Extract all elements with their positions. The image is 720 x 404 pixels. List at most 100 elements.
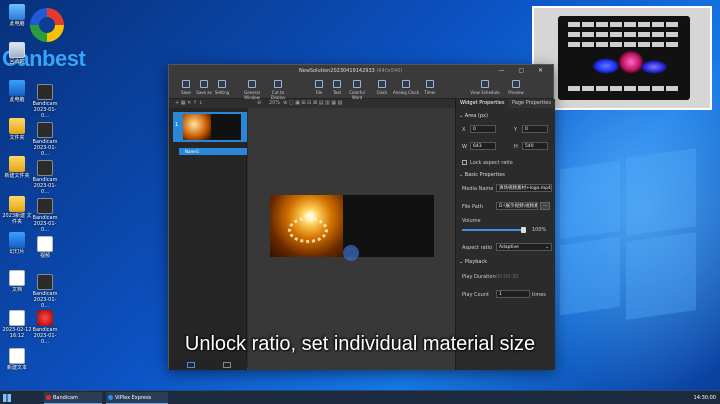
file-path-label: File Path: [462, 204, 483, 210]
window-title: NewSolution20230419142933 (640x540): [299, 68, 403, 74]
desktop-icon-bandicam-3[interactable]: Bandicam 2023-01-0...: [30, 160, 60, 195]
taskbar-item-viplex[interactable]: ViPlex Express: [106, 392, 168, 404]
h-label: H: [514, 144, 518, 150]
timer-icon: [426, 80, 434, 88]
bandicam-icon: [46, 395, 51, 400]
timer-button[interactable]: Timer: [417, 79, 443, 95]
play-duration-value: 00:00:30: [496, 274, 519, 280]
system-clock[interactable]: 14:30:00: [694, 391, 716, 404]
lock-aspect-checkbox[interactable]: [462, 160, 467, 165]
play-count-input[interactable]: 1: [496, 290, 530, 298]
viplex-express-window: NewSolution20230419142933 (640x540) — ▢ …: [168, 64, 555, 370]
playback-section-header[interactable]: ⌄ Playback: [459, 259, 487, 265]
document-icon: [37, 236, 53, 252]
play-count-label: Play Count: [462, 292, 489, 298]
video-material[interactable]: [270, 195, 343, 257]
desktop-icon-green[interactable]: 此电脑: [2, 80, 32, 103]
play-duration-label: Play Duration: [462, 274, 496, 280]
desktop-icon-slides[interactable]: 幻灯片: [2, 232, 32, 255]
zoom-out-icon[interactable]: ⊖: [257, 99, 261, 108]
gear-icon: [218, 80, 226, 88]
thumbnail-video-frame: [183, 114, 211, 140]
cut-icon: [274, 80, 282, 88]
view-schedule-button[interactable]: View Schedule: [469, 79, 501, 95]
colorful-word-icon: [353, 80, 361, 88]
recycle-bin-icon: [9, 42, 25, 58]
desktop-icon-bandicam-1[interactable]: Bandicam 2023-01-0...: [30, 84, 60, 119]
video-file-icon: [37, 274, 53, 290]
y-input[interactable]: 0: [522, 125, 548, 133]
file-path-field[interactable]: D:\展示视频\视频素: [496, 202, 538, 210]
bottom-view-tabs: [169, 360, 247, 370]
media-name-field[interactable]: 清场视频素材+logo.mp4: [496, 184, 552, 192]
width-input[interactable]: 643: [470, 142, 496, 150]
desktop-icon-this-pc[interactable]: 此电脑: [2, 4, 32, 27]
desktop-icon-2023-folder[interactable]: 2023新建 文件夹: [2, 196, 32, 225]
start-windows-icon[interactable]: [3, 394, 11, 402]
browse-button[interactable]: ...: [540, 202, 550, 210]
basic-section-header[interactable]: ⌄ Basic Properties: [459, 172, 505, 178]
mouse-cursor: [343, 245, 359, 261]
window-controls[interactable]: — ▢ ✕: [498, 65, 549, 77]
volume-label: Volume: [462, 218, 481, 224]
list-view-icon[interactable]: [223, 362, 231, 368]
desktop-icon-recycle-bin[interactable]: 回收站: [2, 42, 32, 65]
edit-subtoolbar: + ▦ ✕ ↑ ↓ ⊖ 20% ⊕ ▢ ▣ ⊞ ⊟ ⊠ ▤ ▥ ▦ ▧: [169, 99, 455, 108]
webcam-overlay: [532, 6, 712, 110]
desktop-icon-video[interactable]: 视频: [30, 236, 60, 259]
preview-icon: [512, 80, 520, 88]
analog-clock-icon: [402, 80, 410, 88]
video-file-icon: [37, 84, 53, 100]
lock-aspect-label: Lock aspect ratio: [470, 160, 513, 166]
height-input[interactable]: 540: [522, 142, 548, 150]
tab-widget-properties[interactable]: Widget Properties: [456, 99, 509, 108]
desktop-icon-bandicam-2[interactable]: Bandicam 2023-01-0...: [30, 122, 60, 157]
w-label: W: [462, 144, 467, 150]
zoom-in-icon[interactable]: ⊕ ▢ ▣ ⊞ ⊟ ⊠ ▤ ▥ ▦ ▧: [283, 99, 342, 108]
play-count-unit: times: [532, 292, 546, 298]
properties-panel: Widget Properties Page Properties ⌄ Area…: [455, 99, 555, 370]
desktop-icon-new-folder[interactable]: 新建文件夹: [2, 156, 32, 179]
document-icon: [9, 270, 25, 286]
properties-tabs: Widget Properties Page Properties: [456, 99, 555, 108]
file-icon: [315, 80, 323, 88]
volume-slider[interactable]: [462, 227, 526, 233]
tab-page-properties[interactable]: Page Properties: [508, 99, 555, 108]
canbest-gear-icon: [30, 8, 64, 42]
desktop-icon-bandicam-4[interactable]: Bandicam 2023-01-0...: [30, 198, 60, 233]
general-window-button[interactable]: General Window: [239, 79, 265, 100]
app-icon: [9, 232, 25, 248]
page-thumbnail-name[interactable]: Name1: [179, 148, 247, 155]
area-section-header[interactable]: ⌄ Area (px): [459, 113, 488, 119]
setting-button[interactable]: Setting: [209, 79, 235, 95]
x-label: X: [462, 127, 466, 133]
windows-logo-glow: [560, 145, 700, 335]
taskbar-item-bandicam[interactable]: Bandicam: [44, 392, 102, 404]
grid-view-icon[interactable]: [187, 362, 195, 368]
desktop-icon-folder[interactable]: 文件夹: [2, 118, 32, 141]
desktop-icon-doc[interactable]: 文档: [2, 270, 32, 293]
volume-knob[interactable]: [521, 227, 526, 233]
page-thumbnails: 1 Name1: [169, 108, 247, 370]
document-icon: [9, 310, 25, 326]
cut-to-display-button[interactable]: Cut to Display: [265, 79, 291, 100]
x-input[interactable]: 0: [470, 125, 496, 133]
window-icon: [248, 80, 256, 88]
computer-icon: [9, 4, 25, 20]
add-page-icon[interactable]: + ▦ ✕ ↑ ↓: [175, 99, 203, 108]
title-bar[interactable]: NewSolution20230419142933 (640x540) — ▢ …: [169, 65, 553, 77]
clock-button[interactable]: Clock: [369, 79, 395, 95]
save-icon: [182, 80, 190, 88]
y-label: Y: [514, 127, 518, 133]
preview-button[interactable]: Preview: [503, 79, 529, 95]
analog-clock-button[interactable]: Analog Clock: [393, 79, 419, 95]
bandicam-icon: [37, 310, 53, 326]
viplex-icon: [108, 395, 113, 400]
editing-canvas[interactable]: [248, 108, 455, 370]
taskbar: Bandicam ViPlex Express 14:30:00: [0, 390, 720, 404]
page-thumbnail-1[interactable]: 1: [173, 112, 247, 142]
colorful-word-button[interactable]: Colorful Word: [344, 79, 370, 100]
aspect-ratio-select[interactable]: Adaptive ⌄: [496, 243, 552, 251]
schedule-icon: [481, 80, 489, 88]
desktop-icon-bandicam-5[interactable]: Bandicam 2023-01-0...: [30, 274, 60, 309]
